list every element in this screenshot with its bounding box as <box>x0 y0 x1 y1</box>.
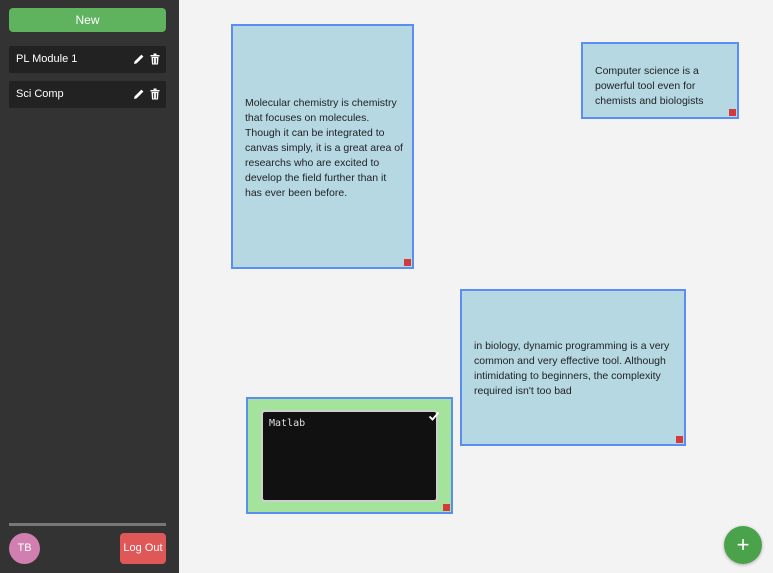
note-card-biology[interactable]: in biology, dynamic programming is a ver… <box>460 289 686 446</box>
note-text: Computer science is a powerful tool even… <box>595 65 704 107</box>
note-text: Molecular chemistry is chemistry that fo… <box>245 97 403 199</box>
add-note-fab[interactable]: + <box>724 526 762 564</box>
note-card-computer-science[interactable]: Computer science is a powerful tool even… <box>581 42 739 119</box>
pencil-icon[interactable] <box>133 53 145 65</box>
resize-handle[interactable] <box>443 504 450 511</box>
note-card-editing[interactable] <box>246 397 453 514</box>
module-label: PL Module 1 <box>16 53 78 65</box>
resize-handle[interactable] <box>404 259 411 266</box>
trash-icon[interactable] <box>149 53 161 65</box>
resize-handle[interactable] <box>676 436 683 443</box>
note-text: in biology, dynamic programming is a ver… <box>474 340 670 397</box>
module-label: Sci Comp <box>16 88 64 100</box>
plus-icon: + <box>736 532 750 557</box>
avatar[interactable]: TB <box>9 533 40 564</box>
new-note-button[interactable]: New <box>9 8 166 32</box>
note-card-chemistry[interactable]: Molecular chemistry is chemistry that fo… <box>231 24 414 269</box>
sidebar-divider <box>9 523 166 526</box>
pencil-icon[interactable] <box>133 88 145 100</box>
module-item-pl-module-1[interactable]: PL Module 1 <box>9 46 166 73</box>
trash-icon[interactable] <box>149 88 161 100</box>
module-item-sci-comp[interactable]: Sci Comp <box>9 81 166 108</box>
resize-handle[interactable] <box>729 109 736 116</box>
sidebar: New PL Module 1 Sci Comp TB Log Out <box>0 0 179 573</box>
note-edit-input[interactable] <box>261 410 438 502</box>
logout-button[interactable]: Log Out <box>120 533 166 564</box>
check-icon[interactable] <box>428 410 440 422</box>
